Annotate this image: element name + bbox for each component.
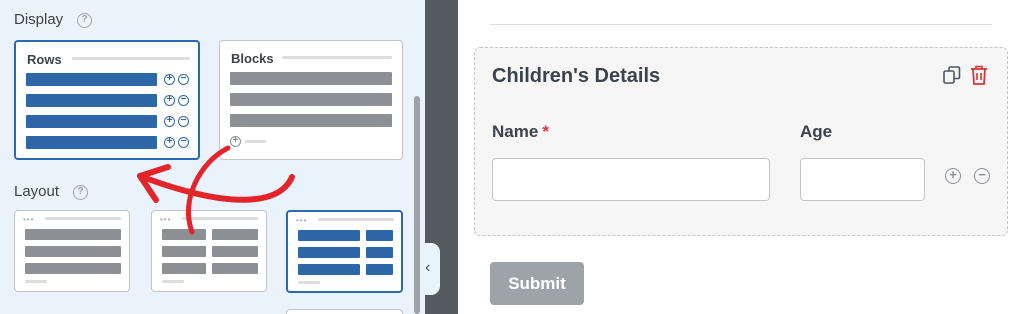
display-option-blocks-label: Blocks <box>231 51 274 66</box>
layout-bar <box>162 246 206 257</box>
layout-bar <box>162 229 206 240</box>
window-dots: ••• <box>23 215 35 224</box>
display-option-rows-label: Rows <box>27 52 62 67</box>
block-bar <box>230 72 392 85</box>
header-line <box>182 217 258 220</box>
display-option-blocks[interactable]: Blocks + <box>219 40 403 160</box>
display-option-rows[interactable]: Rows + − + − + − + − <box>14 40 200 160</box>
name-input[interactable] <box>492 158 770 201</box>
row-bar <box>26 115 157 128</box>
block-bar <box>230 93 392 106</box>
blocks-title-line <box>282 56 392 59</box>
minus-circle-icon: − <box>178 137 189 148</box>
row-bar <box>26 73 157 86</box>
layout-bar <box>25 263 121 274</box>
divider-line <box>490 24 992 25</box>
form-preview: Children's Details Name * Age + − Submit <box>458 0 1024 314</box>
plus-circle-icon: + <box>164 116 175 127</box>
layout-bar <box>366 264 393 275</box>
repeater-field[interactable]: Children's Details Name * Age + − <box>474 47 1008 236</box>
age-field-label: Age <box>800 122 833 141</box>
minus-circle-icon: − <box>178 116 189 127</box>
header-line <box>318 218 394 221</box>
row-bar <box>26 136 157 149</box>
layout-bar <box>25 229 121 240</box>
options-panel: Display ? Rows + − + − + − + − Blocks + … <box>0 0 425 314</box>
minus-circle-icon: − <box>178 95 189 106</box>
layout-bar <box>298 247 360 258</box>
submit-button[interactable]: Submit <box>490 262 584 305</box>
plus-circle-icon: + <box>230 136 241 147</box>
layout-bar <box>366 230 393 241</box>
help-icon[interactable]: ? <box>73 185 88 200</box>
display-section-title: Display <box>14 11 64 28</box>
layout-option-wide-narrow[interactable]: ••• <box>286 210 403 293</box>
panel-scrollbar[interactable] <box>414 96 420 314</box>
name-field-label: Name * <box>492 122 549 142</box>
plus-circle-icon: + <box>164 137 175 148</box>
rows-title-line <box>72 57 190 60</box>
required-asterisk: * <box>542 122 549 141</box>
trash-icon[interactable] <box>969 64 989 91</box>
layout-bar <box>212 263 258 274</box>
layout-bar <box>25 246 121 257</box>
footer-line <box>162 280 184 283</box>
help-icon[interactable]: ? <box>77 13 92 28</box>
plus-circle-icon: + <box>164 95 175 106</box>
layout-bar <box>366 247 393 258</box>
layout-bar <box>298 264 360 275</box>
repeater-title: Children's Details <box>492 65 661 87</box>
layout-bar <box>298 230 360 241</box>
chevron-left-icon: ‹ <box>425 259 431 276</box>
layout-option-two-columns[interactable]: ••• <box>151 210 267 292</box>
layout-option-one-column[interactable]: ••• <box>14 210 130 292</box>
layout-option-partial[interactable] <box>286 309 403 314</box>
window-dots: ••• <box>296 216 308 225</box>
layout-bar <box>212 229 258 240</box>
header-line <box>45 217 121 220</box>
row-bar <box>26 94 157 107</box>
add-line <box>245 140 266 143</box>
plus-circle-icon: + <box>164 74 175 85</box>
plus-circle-icon[interactable]: + <box>945 168 961 184</box>
collapse-panel-button[interactable]: ‹ <box>422 243 440 295</box>
window-dots: ••• <box>160 215 172 224</box>
age-input[interactable] <box>800 158 925 201</box>
block-bar <box>230 114 392 127</box>
footer-line <box>25 280 47 283</box>
footer-line <box>298 281 320 284</box>
name-label-text: Name <box>492 122 539 141</box>
layout-bar <box>162 263 206 274</box>
layout-bar <box>212 246 258 257</box>
copy-icon[interactable] <box>942 65 962 90</box>
minus-circle-icon: − <box>178 74 189 85</box>
layout-section-title: Layout <box>14 183 60 200</box>
minus-circle-icon[interactable]: − <box>974 168 990 184</box>
